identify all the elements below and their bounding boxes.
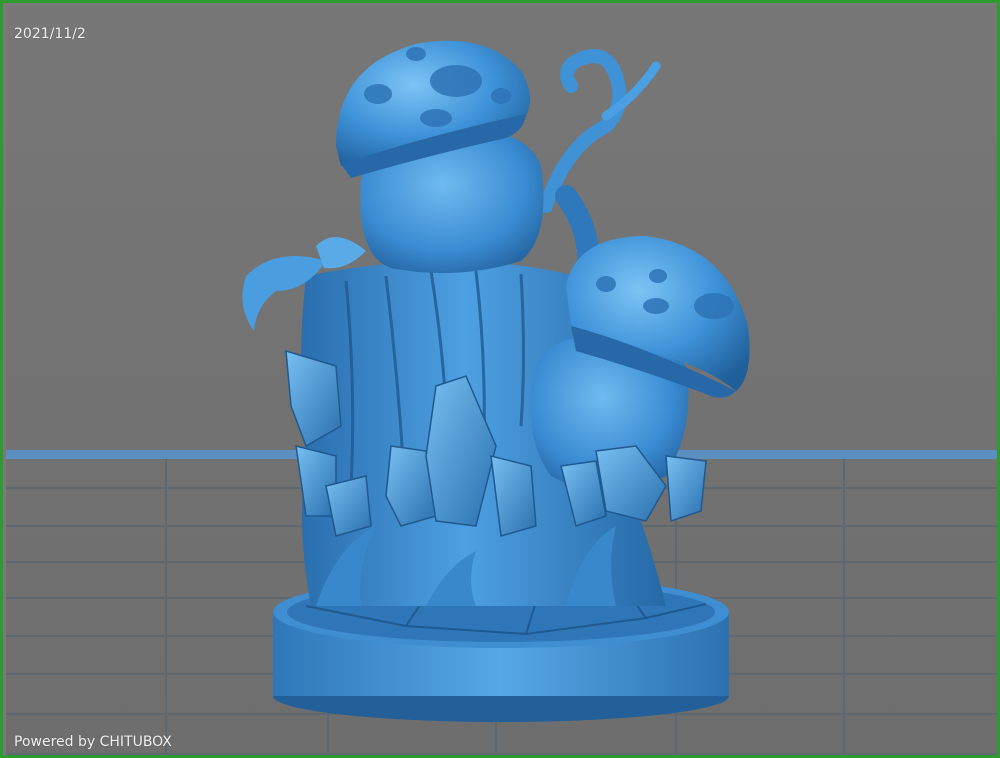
powered-by-label: Powered by CHITUBOX [14,734,172,750]
date-label: 2021/11/2 [14,26,86,42]
model-top-mushroom [336,40,544,274]
3d-viewport[interactable]: 2021/11/2 Powered by CHITUBOX [6,6,1000,758]
viewport-scene[interactable] [6,6,1000,758]
window-frame: 2021/11/2 Powered by CHITUBOX [0,0,1000,758]
